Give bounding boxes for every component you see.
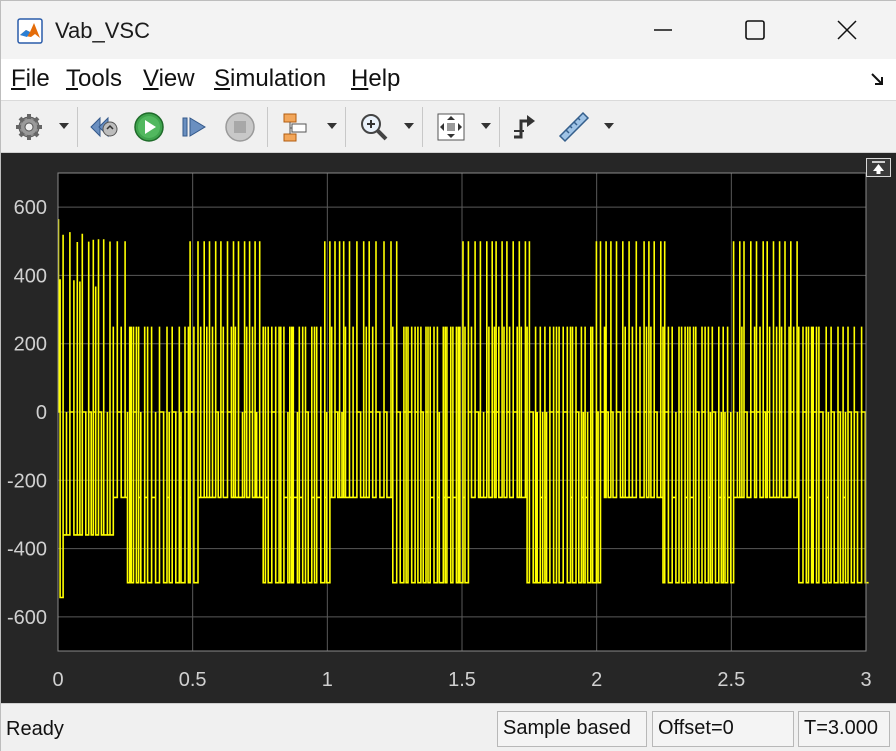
run-icon xyxy=(134,112,164,142)
stop-button[interactable] xyxy=(223,110,257,144)
menu-simulation[interactable]: Simulation xyxy=(214,65,326,93)
triggers-button[interactable] xyxy=(508,110,542,144)
minimize-icon xyxy=(654,29,672,31)
toolbar-separator xyxy=(267,107,268,147)
zoom-icon xyxy=(361,114,388,141)
toolbar-separator xyxy=(422,107,423,147)
y-tick-label: 600 xyxy=(14,197,47,219)
zoom-button[interactable] xyxy=(357,110,391,144)
maximize-icon xyxy=(745,20,765,40)
measurements-button[interactable] xyxy=(557,110,591,144)
x-tick-label: 1 xyxy=(322,669,333,691)
x-tick-label: 2.5 xyxy=(717,669,745,691)
fit-to-view-icon xyxy=(437,113,465,141)
measurements-dropdown-arrow[interactable] xyxy=(604,123,614,129)
fit-to-view-button[interactable] xyxy=(434,110,468,144)
y-tick-label: -600 xyxy=(7,607,47,629)
triggers-icon xyxy=(514,115,535,139)
menu-view[interactable]: View xyxy=(143,65,195,93)
measurements-ruler-icon xyxy=(558,111,590,143)
toolbar-separator xyxy=(499,107,500,147)
run-button[interactable] xyxy=(132,110,166,144)
status-text: Ready xyxy=(6,718,64,740)
title-bar[interactable]: Vab_VSC xyxy=(1,1,896,59)
simulation-time-field: T=3.000 xyxy=(798,711,890,747)
highlight-block-button[interactable] xyxy=(279,110,313,144)
configuration-dropdown-arrow[interactable] xyxy=(59,123,69,129)
y-tick-label: 400 xyxy=(14,265,47,287)
x-tick-label: 3 xyxy=(860,669,871,691)
scope-window: Vab_VSC File Tools View Simulation Help xyxy=(0,0,896,751)
menu-bar: File Tools View Simulation Help xyxy=(1,59,896,101)
close-icon xyxy=(837,20,857,40)
highlight-dropdown-arrow[interactable] xyxy=(327,123,337,129)
step-forward-button[interactable] xyxy=(178,110,212,144)
restore-layout-button[interactable] xyxy=(866,158,891,177)
scope-display[interactable]: 0 0.5 1 1.5 2 2.5 3 -600 -400 -200 0 200 400 600 xyxy=(1,153,896,703)
status-bar: Ready Sample based Offset=0 T=3.000 xyxy=(1,703,896,751)
fit-dropdown-arrow[interactable] xyxy=(481,123,491,129)
configuration-gear-icon xyxy=(16,114,42,140)
x-tick-label: 0 xyxy=(52,669,63,691)
menu-tools[interactable]: Tools xyxy=(66,65,122,93)
minimize-button[interactable] xyxy=(617,1,709,59)
y-tick-label: -400 xyxy=(7,539,47,561)
undock-arrow-icon xyxy=(872,161,885,174)
highlight-block-icon xyxy=(283,113,307,142)
waveform-plot[interactable]: 0 0.5 1 1.5 2 2.5 3 -600 -400 -200 0 200 400 600 xyxy=(1,153,896,703)
x-tick-label: 0.5 xyxy=(179,669,207,691)
step-back-button[interactable] xyxy=(87,110,121,144)
y-tick-label: 0 xyxy=(36,402,47,424)
toolbar-separator xyxy=(345,107,346,147)
menu-file[interactable]: File xyxy=(11,65,50,93)
time-offset-field: Offset=0 xyxy=(652,711,794,747)
toolbar xyxy=(1,101,896,153)
zoom-dropdown-arrow[interactable] xyxy=(404,123,414,129)
x-tick-label: 1.5 xyxy=(448,669,476,691)
step-back-icon xyxy=(90,116,118,138)
y-tick-label: -200 xyxy=(7,470,47,492)
y-tick-label: 200 xyxy=(14,334,47,356)
toolbar-separator xyxy=(77,107,78,147)
step-forward-icon xyxy=(182,117,206,137)
configuration-button[interactable] xyxy=(12,110,46,144)
menu-help[interactable]: Help xyxy=(351,65,400,93)
stop-icon xyxy=(225,112,255,142)
matlab-logo-icon xyxy=(17,18,43,44)
dock-arrow-icon[interactable] xyxy=(869,71,887,89)
maximize-button[interactable] xyxy=(709,1,801,59)
window-title: Vab_VSC xyxy=(55,18,150,43)
x-tick-label: 2 xyxy=(591,669,602,691)
sample-mode-field: Sample based xyxy=(497,711,647,747)
close-button[interactable] xyxy=(801,1,893,59)
